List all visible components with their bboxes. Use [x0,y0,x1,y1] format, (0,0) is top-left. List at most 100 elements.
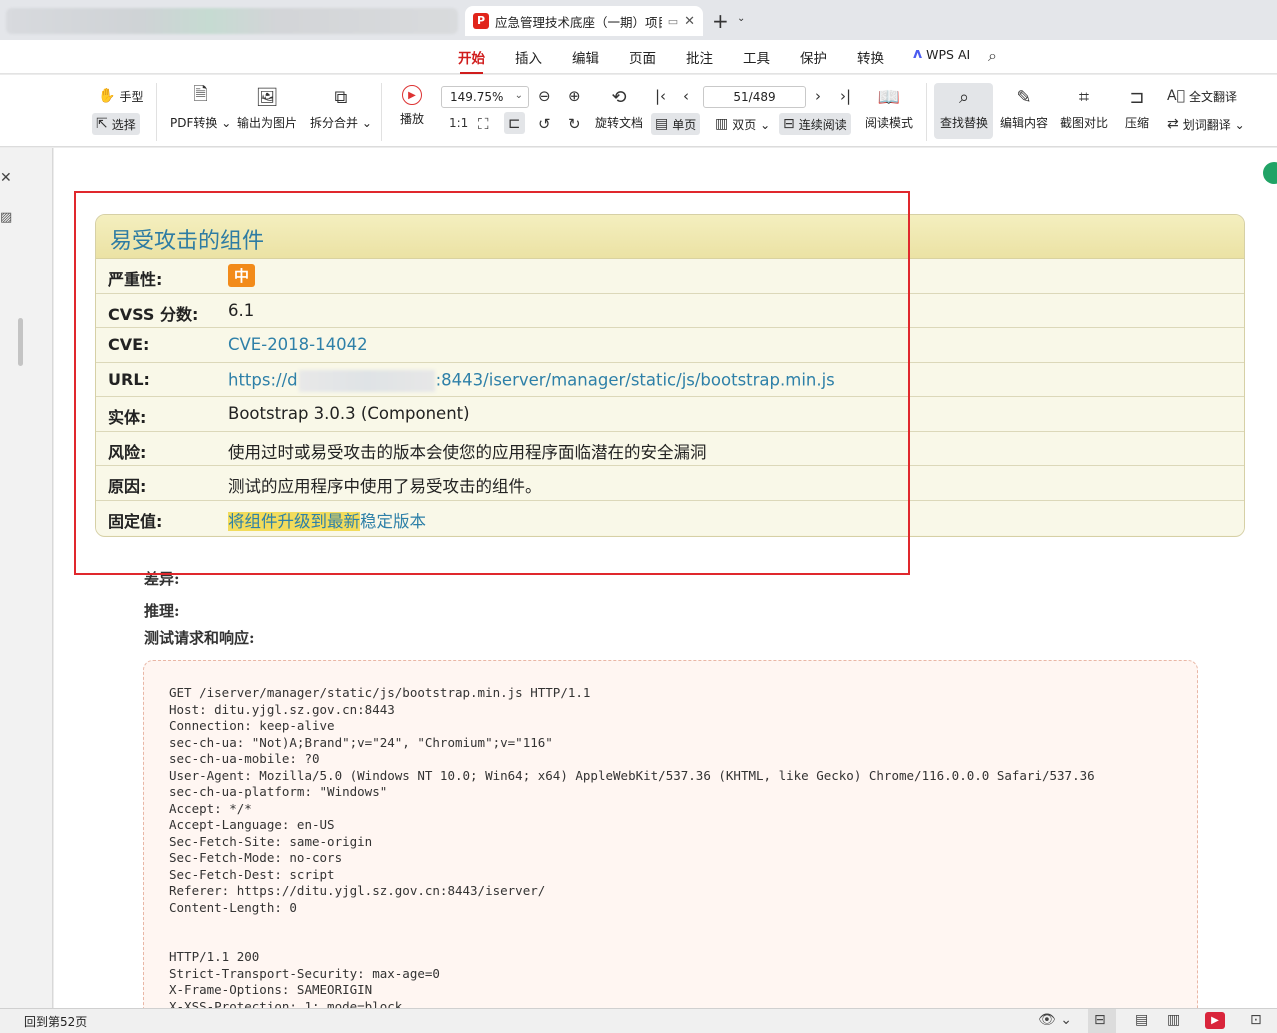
word-translate-label: 划词翻译 ⌄ [1182,117,1245,132]
pdf-convert-button[interactable]: 🗎 PDF转换 ⌄ [170,84,231,131]
code-line: X-XSS-Protection: 1; mode=block [169,998,403,1009]
code-line: Sec-Fetch-Mode: no-cors [169,850,343,865]
full-translate-label: 全文翻译 [1188,89,1237,104]
read-mode-button[interactable]: 📖 阅读模式 [865,85,913,131]
fit-page-icon[interactable]: ⛶ [478,115,489,133]
rotate-left-icon[interactable]: ↺ [538,115,551,133]
active-document-tab[interactable]: P 应急管理技术底座（一期）项目 ▭ ✕ [465,6,703,36]
continuous-view-icon[interactable]: ⊟ [1094,1012,1106,1028]
back-to-page-link[interactable]: 回到第52页 [24,1013,87,1030]
code-line: sec-ch-ua: "Not)A;Brand";v="24", "Chromi… [169,734,553,750]
code-line: Content-Length: 0 [169,899,297,915]
menu-convert[interactable]: 转换 [857,47,884,67]
ribbon-menu-bar: 开始 插入 编辑 页面 批注 工具 保护 转换 ᴧ WPS AI ⌕ [0,40,1277,74]
zoom-out-icon[interactable]: ⊖ [538,87,551,105]
code-line: sec-ch-ua-mobile: ?0 [169,751,320,766]
inactive-tabs-blurred[interactable] [6,8,458,34]
screenshot-icon: ⌗ [1078,86,1090,108]
find-replace-label: 查找替换 [940,116,989,130]
play-button[interactable]: ▶ 播放 [400,85,424,127]
floating-assistant-icon[interactable] [1263,162,1277,184]
word-translate-icon: ⇄ [1167,116,1179,132]
rotate-right-icon[interactable]: ↻ [568,115,581,133]
left-side-panel: ✕ ▨ [0,148,53,1008]
split-merge-button[interactable]: ⧉ 拆分合并 ⌄ [310,85,372,131]
toolbar-divider [926,83,927,141]
screenshot-compare-label: 截图对比 [1060,116,1109,130]
select-tool-button[interactable]: ⇱ 选择 [92,113,140,135]
http-code-block: GET /iserver/manager/static/js/bootstrap… [143,660,1198,1008]
menu-start[interactable]: 开始 [458,47,485,74]
continuous-read-icon: ⊟ [783,116,795,132]
double-page-icon: ▥ [715,116,729,132]
hand-tool-button[interactable]: ✋ 手型 [94,85,147,107]
code-line: Accept: */* [169,800,252,816]
word-translate-button[interactable]: ⇄ 划词翻译 ⌄ [1163,113,1249,135]
export-image-button[interactable]: 🖼 输出为图片 [237,85,297,131]
compress-button[interactable]: ⊐ 压缩 [1125,85,1149,131]
screenshot-compare-button[interactable]: ⌗ 截图对比 [1060,85,1108,131]
play-slideshow-icon[interactable]: ▶ [1205,1012,1225,1029]
single-view-icon[interactable]: ▤ [1135,1012,1148,1028]
export-image-icon: 🖼 [255,86,279,108]
continuous-read-button[interactable]: ⊟ 连续阅读 [779,113,851,135]
close-panel-icon[interactable]: ✕ [0,170,12,186]
menu-protect[interactable]: 保护 [800,47,827,67]
wps-ai-logo-icon: ᴧ [913,46,923,62]
code-line: X-Frame-Options: SAMEORIGIN [169,982,373,997]
search-icon[interactable]: ⌕ [988,46,997,66]
code-line: User-Agent: Mozilla/5.0 (Windows NT 10.0… [169,767,1095,783]
wps-ai-button[interactable]: ᴧ WPS AI [913,46,970,62]
play-label: 播放 [400,112,425,126]
menu-tools[interactable]: 工具 [743,47,770,67]
eye-icon[interactable]: 👁 ⌄ [1038,1012,1072,1028]
code-line: Host: ditu.yjgl.sz.gov.cn:8443 [169,701,395,717]
edit-content-button[interactable]: ✎ 编辑内容 [1000,85,1048,131]
single-page-button[interactable]: ▤ 单页 [651,113,701,135]
edit-content-icon: ✎ [1016,86,1032,108]
split-merge-label: 拆分合并 ⌄ [310,116,372,130]
annotation-rectangle[interactable] [74,191,910,575]
code-line: Sec-Fetch-Dest: script [169,866,335,882]
full-translate-button[interactable]: A⃞ 全文翻译 [1163,85,1241,107]
first-page-icon[interactable]: |‹ [655,87,666,105]
double-view-icon[interactable]: ▥ [1167,1012,1180,1028]
double-page-button[interactable]: ▥ 双页 ⌄ [711,113,774,135]
translate-icon: A⃞ [1167,88,1185,104]
fit-width-icon[interactable]: ⊏ [504,112,525,134]
pdf-logo-icon: P [473,13,489,29]
rotate-document-label: 旋转文档 [595,116,644,130]
code-line: Referer: https://ditu.yjgl.sz.gov.cn:844… [169,883,546,898]
page-number-input[interactable]: 51/489 [703,86,806,108]
panel-scrollbar[interactable] [18,318,23,366]
book-icon: 📖 [877,86,901,108]
rotate-document-button[interactable]: ⟲ 旋转文档 [595,85,643,131]
last-page-icon[interactable]: ›| [840,87,851,105]
monitor-icon[interactable]: ▭ [668,15,678,28]
rotate-document-icon: ⟲ [611,86,627,108]
zoom-in-icon[interactable]: ⊕ [568,87,581,105]
new-tab-button[interactable]: + [712,9,729,33]
next-page-icon[interactable]: › [815,87,821,105]
hand-icon: ✋ [98,88,116,104]
new-tab-menu-chevron-icon[interactable]: ⌄ [737,13,745,24]
fit-window-icon[interactable]: ⊡ [1250,1012,1262,1028]
menu-page[interactable]: 页面 [629,47,656,67]
code-line: Sec-Fetch-Site: same-origin [169,833,373,849]
compress-icon: ⊐ [1129,86,1145,108]
pdf-to-word-icon: 🗎 [193,84,208,105]
export-image-label: 输出为图片 [237,116,298,130]
continuous-read-label: 连续阅读 [798,117,847,132]
actual-size-icon[interactable]: 1:1 [449,116,468,130]
menu-insert[interactable]: 插入 [515,47,542,67]
code-line: Accept-Language: en-US [169,817,335,832]
close-tab-icon[interactable]: ✕ [684,14,695,29]
status-bar: 回到第52页 👁 ⌄ ⊟ ▤ ▥ ▶ ⊡ [0,1008,1277,1033]
find-replace-button[interactable]: ⌕ 查找替换 [940,85,988,131]
image-thumbnail-icon[interactable]: ▨ [0,210,12,225]
previous-page-icon[interactable]: ‹ [683,87,689,105]
menu-comment[interactable]: 批注 [686,47,713,67]
zoom-select[interactable]: 149.75% ⌄ [441,86,529,108]
menu-edit[interactable]: 编辑 [572,47,599,67]
reasoning-heading: 推理: [144,602,180,620]
